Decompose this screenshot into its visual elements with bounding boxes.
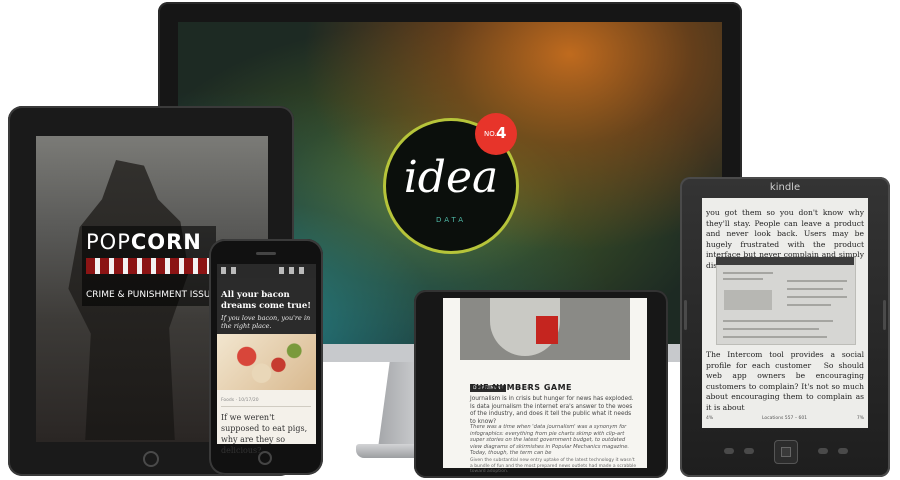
phone-divider (221, 406, 311, 407)
kindle-select-button[interactable] (781, 447, 791, 457)
magazine-title: POPCORN (86, 230, 202, 254)
article-body: Given the substantial new entry uptake o… (470, 458, 637, 475)
kindle-keyboard-button[interactable] (744, 448, 754, 454)
magazine-stripes (86, 258, 214, 274)
issue-badge-prefix: NO. (484, 130, 497, 138)
phone-article-meta: Foods · 10/17/20 (221, 398, 259, 403)
kindle-locations: Locations 557 – 601 (762, 416, 808, 421)
kindle-text-bottom: The Intercom tool provides a social prof… (706, 350, 864, 412)
magazine-title-light: POP (86, 230, 131, 254)
issue-badge: NO. 4 (475, 113, 517, 155)
phone-headline: All your bacon dreams come true! (221, 290, 312, 311)
screenshot-map (724, 290, 772, 310)
kindle-back-button[interactable] (724, 448, 734, 454)
phone-question: If we weren't supposed to eat pigs, why … (221, 413, 308, 455)
menu-icon[interactable] (221, 267, 226, 274)
font-icon[interactable] (279, 267, 284, 274)
screenshot-line (723, 328, 819, 330)
screenshot-line (723, 278, 763, 280)
phone-home-button[interactable] (258, 451, 272, 465)
screenshot-toolbar (716, 257, 854, 265)
bacon-photo (217, 334, 316, 390)
phone-subline: If you love bacon, you're in the right p… (221, 314, 311, 330)
screenshot-line (787, 288, 843, 290)
kindle-progress-right: 7% (856, 416, 864, 421)
tablet-home-button[interactable] (143, 451, 159, 467)
kindle-menu-button[interactable] (818, 448, 828, 454)
screenshot-line (787, 296, 847, 298)
article-title: THE NUMBERS GAME (470, 383, 573, 392)
screenshot-line (787, 280, 847, 282)
screenshot-line (787, 304, 831, 306)
kindle-status-bar: 4% Locations 557 – 601 7% (706, 416, 864, 421)
grid-icon[interactable] (231, 267, 236, 274)
kindle-prev-page-button[interactable] (684, 300, 687, 330)
magazine-subtitle: CRIME & PUNISHMENT ISSUE (86, 290, 217, 300)
article-quote: There was a time when 'data journalism' … (470, 424, 630, 457)
idea-logo-subtitle: DATA (435, 216, 467, 224)
issue-badge-number: 4 (496, 124, 507, 142)
red-block-illustration (536, 316, 558, 344)
screenshot-line (723, 336, 827, 338)
share-icon[interactable] (289, 267, 294, 274)
phone-app-toolbar (217, 264, 316, 278)
kindle-brand-label: kindle (769, 182, 801, 193)
magazine-title-bold: CORN (130, 230, 202, 254)
screenshot-line (723, 272, 773, 274)
article-standfirst: Journalism is in crisis but hunger for n… (470, 396, 634, 425)
kindle-progress-left: 4% (706, 416, 714, 421)
idea-logo-word: idea (403, 152, 499, 203)
screenshot-line (723, 320, 833, 322)
kindle-next-page-button[interactable] (883, 300, 886, 330)
bookmark-icon[interactable] (299, 267, 304, 274)
kindle-home-button[interactable] (838, 448, 848, 454)
phone-speaker (256, 252, 276, 255)
